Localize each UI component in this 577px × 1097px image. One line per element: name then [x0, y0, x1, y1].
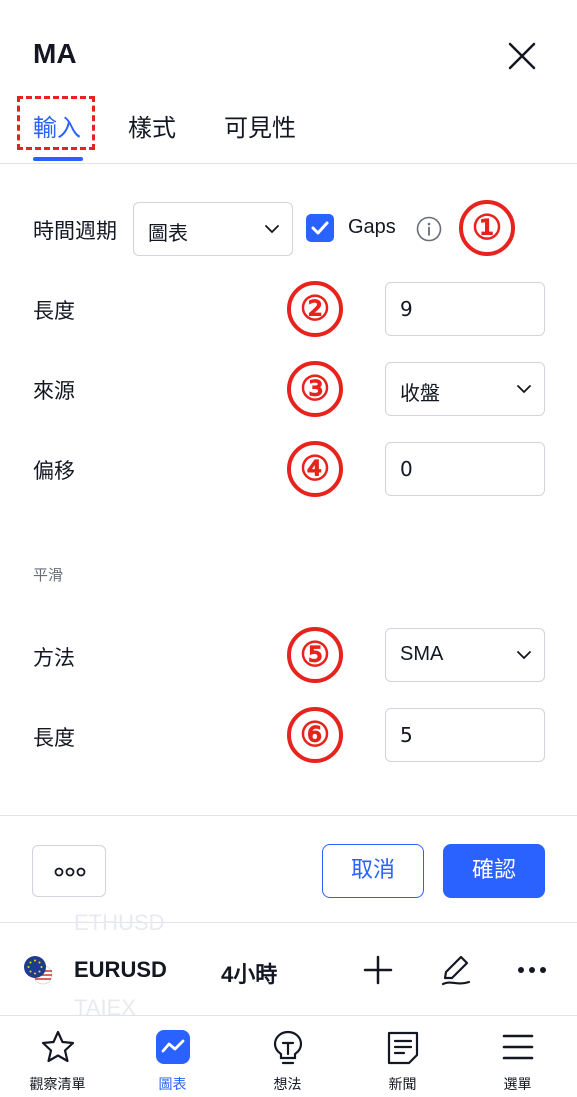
- smoothing-length-label: 長度: [33, 726, 75, 750]
- annotation-number-3: ③: [287, 361, 343, 417]
- bulb-icon: [273, 1030, 303, 1065]
- nav-item-menu[interactable]: 選單: [460, 1016, 575, 1097]
- source-label: 來源: [33, 379, 75, 403]
- active-tab-indicator: [33, 157, 83, 161]
- annotation-highlight-box: [17, 96, 95, 150]
- eurusd-flag-icon: [22, 954, 54, 986]
- timeframe-value: 圖表: [148, 221, 188, 245]
- nav-item-chart[interactable]: 圖表: [115, 1016, 230, 1097]
- source-value: 收盤: [400, 381, 440, 405]
- close-button[interactable]: [504, 38, 540, 74]
- offset-value: 0: [400, 457, 413, 481]
- annotation-number-6: ⑥: [287, 707, 343, 763]
- gaps-label: Gaps: [348, 216, 396, 238]
- plus-icon: [363, 955, 393, 985]
- length-input[interactable]: 9: [385, 282, 545, 336]
- annotation-number-4: ④: [287, 441, 343, 497]
- ellipsis-icon: [54, 867, 86, 877]
- footer-divider: [0, 815, 577, 816]
- tab-style[interactable]: 樣式: [128, 108, 176, 143]
- pen-icon: [441, 955, 471, 986]
- cancel-button[interactable]: 取消: [322, 844, 424, 898]
- method-label: 方法: [33, 646, 75, 670]
- close-icon: [508, 42, 536, 70]
- nav-label-watchlist: 觀察清單: [29, 1077, 86, 1093]
- more-options-button[interactable]: [32, 845, 106, 897]
- tab-visibility[interactable]: 可見性: [224, 108, 296, 143]
- checkmark-icon: [311, 221, 329, 235]
- timeframe-label: 時間週期: [33, 219, 117, 243]
- nav-label-chart: 圖表: [158, 1077, 187, 1093]
- chart-icon: [156, 1030, 190, 1064]
- more-button[interactable]: [514, 952, 550, 988]
- nav-item-watchlist[interactable]: 觀察清單: [0, 1016, 115, 1097]
- menu-icon: [502, 1034, 534, 1060]
- star-icon: [41, 1030, 75, 1063]
- chevron-down-icon: [517, 385, 531, 394]
- nav-item-news[interactable]: 新聞: [345, 1016, 460, 1097]
- length-label: 長度: [33, 299, 75, 323]
- nav-label-menu: 選單: [503, 1077, 532, 1093]
- method-value: SMA: [400, 643, 444, 665]
- gaps-checkbox[interactable]: [306, 214, 334, 242]
- timeframe-select[interactable]: 圖表: [133, 202, 293, 256]
- confirm-button[interactable]: 確認: [443, 844, 545, 898]
- interval-label[interactable]: 4小時: [221, 957, 277, 989]
- offset-input[interactable]: 0: [385, 442, 545, 496]
- smoothing-section-label: 平滑: [33, 566, 64, 584]
- bottom-navigation: 觀察清單 圖表 想法 新聞 選單: [0, 1015, 577, 1097]
- source-select[interactable]: 收盤: [385, 362, 545, 416]
- news-icon: [387, 1031, 419, 1065]
- method-select[interactable]: SMA: [385, 628, 545, 682]
- length-value: 9: [400, 297, 413, 321]
- nav-label-ideas: 想法: [273, 1077, 302, 1093]
- symbol-bar: EURUSD 4小時: [0, 932, 577, 1008]
- nav-label-news: 新聞: [388, 1077, 417, 1093]
- info-icon[interactable]: [416, 216, 442, 242]
- add-button[interactable]: [360, 952, 396, 988]
- more-dots-icon: [518, 967, 546, 973]
- dialog-title: MA: [33, 38, 77, 69]
- drawing-button[interactable]: [437, 952, 473, 988]
- offset-label: 偏移: [33, 459, 75, 483]
- nav-item-ideas[interactable]: 想法: [230, 1016, 345, 1097]
- chevron-down-icon: [265, 225, 279, 234]
- smoothing-length-value: 5: [400, 723, 413, 747]
- symbol-name[interactable]: EURUSD: [74, 957, 167, 983]
- annotation-number-2: ②: [287, 281, 343, 337]
- chevron-down-icon: [517, 651, 531, 660]
- smoothing-length-input[interactable]: 5: [385, 708, 545, 762]
- annotation-number-1: ①: [459, 200, 515, 256]
- annotation-number-5: ⑤: [287, 627, 343, 683]
